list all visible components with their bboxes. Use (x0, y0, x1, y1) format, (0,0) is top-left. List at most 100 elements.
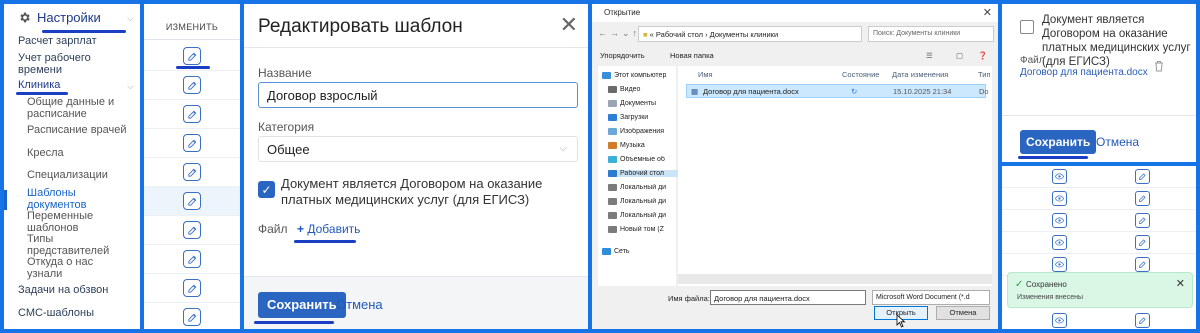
view-button[interactable] (1052, 235, 1067, 250)
chevron-up-icon[interactable]: ⌵ (127, 81, 134, 92)
edit-button[interactable] (1135, 191, 1150, 206)
view-button[interactable] (1052, 257, 1067, 272)
edit-button[interactable] (1135, 235, 1150, 250)
egisz-contract-checkbox[interactable] (1020, 20, 1034, 34)
edit-button[interactable] (1135, 169, 1150, 184)
sidebar-item-specializations[interactable]: Специализации (27, 169, 108, 181)
sidebar-item-schedule[interactable]: Расписание врачей (27, 124, 127, 136)
name-input[interactable]: Договор взрослый (258, 82, 578, 108)
highlight-underline (42, 30, 126, 33)
egisz-contract-checkbox[interactable]: ✓ (258, 181, 275, 198)
close-icon[interactable]: ✕ (983, 6, 992, 19)
trash-icon[interactable] (1154, 60, 1164, 72)
sidebar-item-worktime[interactable]: Учет рабочего времени (18, 52, 108, 76)
edit-button[interactable] (183, 47, 201, 65)
file-row[interactable]: ▦ Договор для пациента.docx ↻ 15.10.2025… (686, 84, 989, 98)
attached-file-name[interactable]: Договор для пациента.docx (1020, 67, 1148, 78)
tree-item-drive[interactable]: Локальный ди (608, 212, 682, 219)
category-select[interactable]: Общее ⌵ (258, 136, 578, 162)
tree-item-music[interactable]: Музыка (608, 142, 682, 149)
edit-button[interactable] (183, 192, 201, 210)
close-icon[interactable]: ✕ (560, 12, 578, 38)
add-file-button[interactable]: + Добавить (297, 222, 360, 236)
preview-pane-icon[interactable]: ▢ (956, 51, 963, 60)
tree-item-3d-objects[interactable]: Объемные об (608, 156, 682, 163)
edit-button[interactable] (183, 76, 201, 94)
edit-button[interactable] (183, 134, 201, 152)
new-folder-button[interactable]: Новая папка (670, 51, 714, 60)
sidebar-item-general[interactable]: Общие данные и расписание (27, 96, 127, 120)
edit-button[interactable] (183, 279, 201, 297)
edit-button[interactable] (183, 163, 201, 181)
music-icon (608, 142, 617, 149)
path-segment[interactable]: Рабочий стол (656, 30, 703, 39)
sidebar-item-clinic[interactable]: Клиника (18, 79, 60, 91)
tree-item-network[interactable]: Сеть (602, 248, 676, 255)
column-status[interactable]: Состояние (842, 70, 879, 79)
column-type[interactable]: Тип (978, 70, 991, 79)
address-bar[interactable]: ■ « Рабочий стол › Документы клиники (638, 26, 862, 42)
help-icon[interactable]: ❓ (978, 51, 987, 60)
tree-item-computer[interactable]: Этот компьютер (602, 72, 676, 79)
save-button[interactable]: Сохранить (1020, 130, 1097, 154)
save-button[interactable]: Сохранить (258, 292, 346, 318)
tree-item-drive[interactable]: Локальный ди (608, 198, 682, 205)
path-segment[interactable]: Документы клиники (710, 30, 778, 39)
chevron-down-icon[interactable]: ⌵ (127, 13, 134, 24)
tree-item-downloads[interactable]: Загрузки (608, 114, 682, 121)
edit-button[interactable] (183, 221, 201, 239)
table-row (144, 216, 240, 245)
tree-item-drive[interactable]: Новый том (Z (608, 226, 682, 233)
cancel-button[interactable]: Отмена (936, 306, 990, 320)
plus-icon: + (297, 222, 305, 236)
egisz-contract-label: Документ является Договором на оказание … (281, 176, 543, 207)
close-icon[interactable]: ✕ (1176, 277, 1185, 290)
edit-button[interactable] (183, 308, 201, 326)
sidebar-item-sms[interactable]: СМС-шаблоны (18, 307, 94, 319)
view-button[interactable] (1052, 169, 1067, 184)
column-date[interactable]: Дата изменения (892, 70, 948, 79)
sidebar-item-templates[interactable]: Шаблоны документов (27, 187, 91, 211)
sidebar-item-referral-source[interactable]: Откуда о нас узнали (27, 256, 111, 280)
sidebar-item-representatives[interactable]: Типы представителей (27, 233, 109, 257)
sidebar-item-salary[interactable]: Расчет зарплат (18, 35, 97, 47)
tree-item-documents[interactable]: Документы (608, 100, 682, 107)
view-button[interactable] (1052, 213, 1067, 228)
downloads-icon (608, 114, 617, 121)
settings-header[interactable]: Настройки (18, 10, 101, 25)
cancel-button[interactable]: Отмена (1096, 135, 1139, 149)
filename-input[interactable]: Договор для пациента.docx (710, 290, 866, 305)
tree-item-drive[interactable]: Локальный ди (608, 184, 682, 191)
command-bar: Упорядочить Новая папка ☰ ▢ ❓ (592, 46, 998, 64)
edit-button[interactable] (183, 250, 201, 268)
edit-button[interactable] (183, 105, 201, 123)
file-date: 15.10.2025 21:34 (893, 87, 952, 96)
sidebar-item-template-vars[interactable]: Переменные шаблонов (27, 210, 97, 234)
view-button[interactable] (1052, 191, 1067, 206)
tree-item-video[interactable]: Видео (608, 86, 682, 93)
eye-icon (1055, 173, 1064, 180)
sidebar-item-chairs[interactable]: Кресла (27, 147, 64, 159)
documents-icon (608, 100, 617, 107)
file-name: Договор для пациента.docx (703, 87, 799, 96)
view-button[interactable] (1052, 313, 1067, 328)
edit-button[interactable] (1135, 313, 1150, 328)
filename-label: Имя файла: (668, 294, 710, 303)
sidebar-item-call-tasks[interactable]: Задачи на обзвон (18, 284, 108, 296)
horizontal-scrollbar[interactable] (678, 274, 992, 284)
edit-button[interactable] (1135, 257, 1150, 272)
tree-item-desktop[interactable]: Рабочий стол (608, 170, 682, 177)
cancel-button[interactable]: Отмена (336, 297, 383, 312)
drive-icon (608, 226, 617, 233)
view-icon[interactable]: ☰ (926, 51, 933, 60)
edit-button[interactable] (1135, 213, 1150, 228)
tree-item-images[interactable]: Изображения (608, 128, 682, 135)
nav-arrows[interactable]: ←→⌄↑ (598, 28, 640, 39)
filetype-select[interactable]: Microsoft Word Document (*.d (872, 290, 990, 305)
organize-button[interactable]: Упорядочить (600, 51, 645, 60)
search-input[interactable]: Поиск: Документы клиники (868, 26, 994, 42)
pencil-icon (187, 139, 196, 148)
column-name[interactable]: Имя (698, 70, 713, 79)
divider (244, 47, 588, 48)
file-label: Файл (1020, 55, 1045, 66)
